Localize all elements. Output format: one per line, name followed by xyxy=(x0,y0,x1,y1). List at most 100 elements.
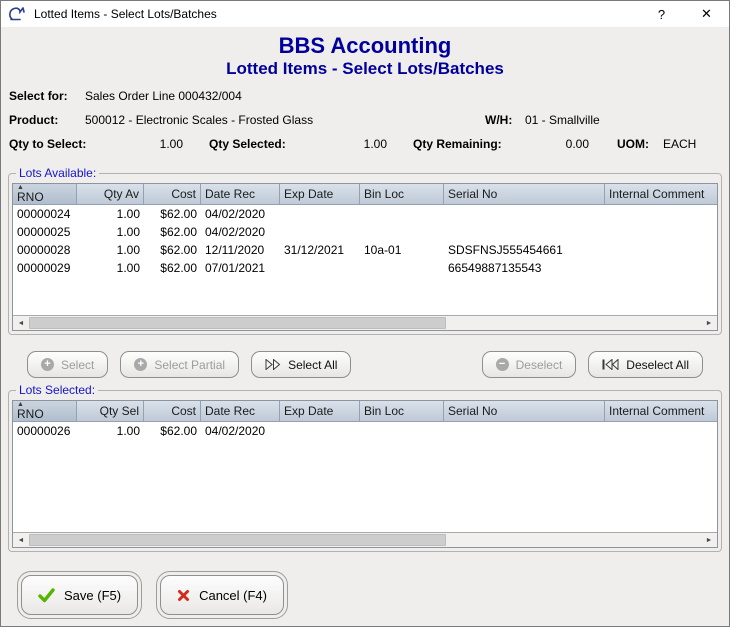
scrollbar-track[interactable] xyxy=(29,533,701,547)
scroll-right-icon[interactable]: ► xyxy=(701,316,717,330)
cell-serial-no: SDSFNSJ555454661 xyxy=(448,243,563,257)
select-button[interactable]: + Select xyxy=(27,351,109,378)
column-header-bin-loc[interactable]: Bin Loc xyxy=(360,401,444,421)
column-header-date-rec[interactable]: Date Rec xyxy=(201,184,280,204)
scrollbar-thumb[interactable] xyxy=(29,317,446,329)
cell-exp-date xyxy=(280,205,360,223)
uom-value: EACH xyxy=(663,137,697,151)
qty-remaining-label: Qty Remaining: xyxy=(413,137,502,151)
column-header-cost[interactable]: Cost xyxy=(144,401,201,421)
cell-cost: $62.00 xyxy=(160,261,197,275)
save-button-label: Save (F5) xyxy=(64,587,122,603)
title-bar: Lotted Items - Select Lots/Batches ? ✕ xyxy=(1,1,729,27)
cell-date-rec: 07/01/2021 xyxy=(205,261,266,275)
cell-qty: 1.00 xyxy=(116,207,140,221)
column-header-internal-comment[interactable]: Internal Comment xyxy=(605,184,717,204)
save-button[interactable]: Save (F5) xyxy=(16,571,143,619)
table-row[interactable]: 00000024 1.00 $62.00 04/02/2020 xyxy=(13,205,717,223)
dialog-header: BBS Accounting Lotted Items - Select Lot… xyxy=(1,33,729,79)
cancel-button[interactable]: Cancel (F4) xyxy=(156,571,288,619)
column-header-internal-comment[interactable]: Internal Comment xyxy=(605,401,717,421)
help-button[interactable]: ? xyxy=(639,1,684,27)
minus-circle-icon: − xyxy=(495,358,509,371)
column-header-cost[interactable]: Cost xyxy=(144,184,201,204)
cell-exp-date xyxy=(280,259,360,277)
lots-available-hscrollbar[interactable]: ◄ ► xyxy=(13,315,717,330)
footer-button-row: Save (F5) Cancel (F4) xyxy=(1,571,729,626)
table-row[interactable]: 00000028 1.00 $62.00 12/11/2020 31/12/20… xyxy=(13,241,717,259)
quantities-row: Qty to Select: 1.00 Qty Selected: 1.00 Q… xyxy=(9,137,721,161)
lots-selected-table: ▲ RNO Qty Sel Cost Date Rec Exp Date Bin… xyxy=(12,400,718,548)
cell-rno: 00000025 xyxy=(17,225,71,239)
window-title: Lotted Items - Select Lots/Batches xyxy=(34,7,217,21)
select-button-label: Select xyxy=(61,357,95,372)
uom-label: UOM: xyxy=(617,137,649,151)
cell-bin-loc xyxy=(360,223,444,241)
qty-selected-value: 1.00 xyxy=(363,137,387,151)
scroll-left-icon[interactable]: ◄ xyxy=(13,316,29,330)
deselect-button[interactable]: − Deselect xyxy=(481,351,577,378)
lots-available-group-label: Lots Available: xyxy=(16,166,100,180)
column-header-rno[interactable]: ▲ RNO xyxy=(13,184,77,204)
cell-bin-loc xyxy=(360,422,444,440)
column-header-qty-sel[interactable]: Qty Sel xyxy=(77,401,144,421)
deselect-button-label: Deselect xyxy=(515,357,563,372)
column-header-exp-date[interactable]: Exp Date xyxy=(280,401,360,421)
lots-selected-header-row: ▲ RNO Qty Sel Cost Date Rec Exp Date Bin… xyxy=(13,401,717,422)
column-header-date-rec[interactable]: Date Rec xyxy=(201,401,280,421)
cell-serial-no xyxy=(444,223,605,241)
lots-available-header-row: ▲ RNO Qty Av Cost Date Rec Exp Date Bin … xyxy=(13,184,717,205)
plus-circle-icon: + xyxy=(134,358,148,371)
dialog-subtitle: Lotted Items - Select Lots/Batches xyxy=(226,59,504,78)
cell-qty: 1.00 xyxy=(116,225,140,239)
deselect-all-button[interactable]: Deselect All xyxy=(588,351,703,378)
select-partial-button-label: Select Partial xyxy=(154,357,226,372)
cell-internal-comment xyxy=(605,223,717,241)
qty-remaining-value: 0.00 xyxy=(565,137,589,151)
column-header-bin-loc[interactable]: Bin Loc xyxy=(360,184,444,204)
column-header-exp-date[interactable]: Exp Date xyxy=(280,184,360,204)
checkmark-icon xyxy=(38,587,55,603)
cell-cost: $62.00 xyxy=(160,424,197,438)
lots-selected-hscrollbar[interactable]: ◄ ► xyxy=(13,532,717,547)
select-all-button[interactable]: Select All xyxy=(251,351,352,378)
app-icon xyxy=(8,5,28,23)
select-partial-button[interactable]: + Select Partial xyxy=(120,351,240,378)
column-header-serial-no[interactable]: Serial No xyxy=(444,184,605,204)
close-button[interactable]: ✕ xyxy=(684,1,729,27)
double-left-arrow-icon xyxy=(602,359,619,370)
lots-available-group: Lots Available: ▲ RNO Qty Av Cost Date R… xyxy=(8,166,722,335)
cell-rno: 00000029 xyxy=(17,261,71,275)
scroll-left-icon[interactable]: ◄ xyxy=(13,533,29,547)
table-row[interactable]: 00000025 1.00 $62.00 04/02/2020 xyxy=(13,223,717,241)
cell-exp-date: 31/12/2021 xyxy=(284,243,345,257)
cell-exp-date xyxy=(280,223,360,241)
select-all-button-label: Select All xyxy=(288,357,338,372)
cell-cost: $62.00 xyxy=(160,225,197,239)
scrollbar-track[interactable] xyxy=(29,316,701,330)
warehouse-label: W/H: xyxy=(485,113,513,127)
scrollbar-thumb[interactable] xyxy=(29,534,446,546)
deselect-all-button-label: Deselect All xyxy=(626,357,689,372)
table-row[interactable]: 00000026 1.00 $62.00 04/02/2020 xyxy=(13,422,717,440)
info-panel: Select for: Sales Order Line 000432/004 … xyxy=(1,79,729,161)
dialog-window: Lotted Items - Select Lots/Batches ? ✕ B… xyxy=(0,0,730,627)
column-header-rno[interactable]: ▲ RNO xyxy=(13,401,77,421)
scroll-right-icon[interactable]: ► xyxy=(701,533,717,547)
cell-qty: 1.00 xyxy=(116,261,140,275)
cell-internal-comment xyxy=(605,259,717,277)
product-value: 500012 - Electronic Scales - Frosted Gla… xyxy=(85,113,314,127)
warehouse-value: 01 - Smallville xyxy=(525,113,600,127)
cell-date-rec: 04/02/2020 xyxy=(205,207,266,221)
cancel-button-label: Cancel (F4) xyxy=(199,587,267,603)
app-title: BBS Accounting xyxy=(278,33,452,58)
lots-available-body: 00000024 1.00 $62.00 04/02/2020 00000025… xyxy=(13,205,717,315)
cell-serial-no xyxy=(444,205,605,223)
column-header-serial-no[interactable]: Serial No xyxy=(444,401,605,421)
qty-to-select-label: Qty to Select: xyxy=(9,137,87,151)
table-row[interactable]: 00000029 1.00 $62.00 07/01/2021 66549887… xyxy=(13,259,717,277)
cell-qty: 1.00 xyxy=(116,424,140,438)
qty-selected-label: Qty Selected: xyxy=(209,137,286,151)
cell-serial-no xyxy=(444,422,605,440)
column-header-qty-av[interactable]: Qty Av xyxy=(77,184,144,204)
